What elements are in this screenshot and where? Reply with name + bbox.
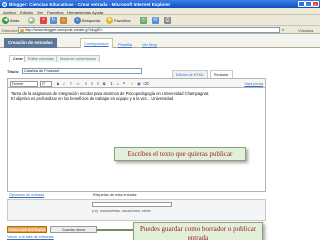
tab-creacion-entradas[interactable]: Creación de entradas <box>4 38 57 48</box>
links-button[interactable]: Vínculos <box>298 28 313 33</box>
mail-button[interactable]: ✉ <box>152 16 160 25</box>
editor-mode-tabs: Edición de HTML Redactar <box>172 70 264 78</box>
annotation-save-or-publish: Puedes guardar como borrador o publicar … <box>133 222 263 240</box>
post-body-text: Tarea de la asignatura de Integración es… <box>11 91 210 102</box>
labels-example: p.ej. motocicletas, vacaciones, otoño <box>92 209 151 213</box>
tab-configuracion[interactable]: Configuración <box>80 38 113 48</box>
subtab-editar-entradas[interactable]: Editar entradas <box>24 55 58 62</box>
mail-icon: ✉ <box>152 16 159 24</box>
home-icon: ⌂ <box>60 16 67 24</box>
menu-herramientas[interactable]: Herramientas <box>67 10 91 15</box>
favorites-label: Favoritos <box>114 17 131 23</box>
tab-compose[interactable]: Redactar <box>210 70 233 78</box>
stop-button[interactable]: × <box>40 16 48 25</box>
address-url-text: http://www.blogger.com/post-create.g?blo… <box>25 28 103 32</box>
post-options-panel: p.ej. motocicletas, vacaciones, otoño <box>7 199 266 221</box>
address-label: Dirección <box>2 27 19 33</box>
go-button[interactable]: Ir <box>282 27 284 32</box>
maximize-button[interactable]: □ <box>305 1 312 7</box>
printer-icon: ⎙ <box>164 16 171 24</box>
browser-window: Blogger: Ciencias Educativas - Crear ent… <box>0 0 320 240</box>
spellcheck-icon[interactable]: ✓ <box>129 81 135 87</box>
search-label: Búsqueda <box>82 17 101 23</box>
post-options-tabs: Opciones de entrada Etiquetas de esta en… <box>7 192 266 199</box>
blockquote-icon[interactable]: ❝ <box>121 81 127 87</box>
clear-format-icon[interactable]: ⌫ <box>143 81 149 87</box>
tab-post-options[interactable]: Opciones de entrada <box>7 192 46 199</box>
search-button[interactable]: ⌕ Búsqueda <box>74 16 101 25</box>
save-draft-button[interactable]: Guardar ahora <box>50 226 97 233</box>
menu-archivo[interactable]: Archivo <box>3 10 16 15</box>
preview-link[interactable]: Vista previa <box>244 82 263 86</box>
menu-edicion[interactable]: Edición <box>20 10 33 15</box>
menu-ver[interactable]: Ver <box>37 10 43 15</box>
stop-icon: × <box>40 16 47 24</box>
print-button[interactable]: ⎙ <box>164 16 172 25</box>
favorites-button[interactable]: ★ Favoritos <box>106 16 131 25</box>
post-title-label: Título: <box>7 69 20 74</box>
justify-icon[interactable]: ≣ <box>101 81 107 87</box>
menu-ayuda[interactable]: Ayuda <box>92 10 103 15</box>
forward-arrow-icon: ▶ <box>28 16 35 24</box>
publish-button[interactable]: PUBLICAR ENTRADA <box>7 226 47 233</box>
window-title: Blogger: Ciencias Educativas - Crear ent… <box>9 1 171 7</box>
close-button[interactable]: × <box>312 1 319 7</box>
tab-edit-html[interactable]: Edición de HTML <box>172 70 208 78</box>
editor-toolbar: Fuente tT b i T ∞ ≡ ≡ ≡ ≣ ⒈ • ❝ ✓ ▣ ⌫ Vi… <box>7 78 266 88</box>
post-sub-tabs: Crear Editar entradas Moderar comentario… <box>0 48 320 64</box>
history-button[interactable]: ◴ <box>140 16 148 25</box>
ie-logo-icon <box>2 1 7 7</box>
annotation-write-text: Escribes el texto que quieras publicar <box>114 147 246 161</box>
refresh-icon: ↻ <box>50 16 57 24</box>
menu-bar: Archivo Edición Ver Favoritos Herramient… <box>0 8 320 15</box>
back-button[interactable]: ◀ Atrás <box>2 16 20 25</box>
refresh-button[interactable]: ↻ <box>50 16 58 25</box>
back-arrow-icon: ◀ <box>2 16 9 24</box>
browser-toolbar: ◀ Atrás ▶ × ↻ ⌂ ⌕ Búsqueda ★ Favoritos ◴ ✉ … <box>0 15 320 26</box>
post-body-editor[interactable]: Tarea de la asignatura de Integración es… <box>7 88 266 192</box>
return-to-posts-link[interactable]: Volver a la lista de entradas <box>7 235 54 239</box>
font-select[interactable]: Fuente <box>10 81 38 87</box>
menu-favoritos[interactable]: Favoritos <box>47 10 63 15</box>
page-icon <box>20 28 24 32</box>
link-icon[interactable]: ∞ <box>75 81 81 87</box>
search-icon: ⌕ <box>74 16 81 24</box>
back-label: Atrás <box>10 17 20 23</box>
blogger-nav-tabs: Creación de entradas Configuración Plant… <box>0 34 320 48</box>
minimize-button[interactable]: _ <box>298 1 305 7</box>
star-icon: ★ <box>106 16 113 24</box>
italic-icon[interactable]: i <box>61 81 67 87</box>
address-bar: Dirección http://www.blogger.com/post-cr… <box>0 26 320 34</box>
forward-button[interactable]: ▶ <box>28 16 36 25</box>
window-titlebar: Blogger: Ciencias Educativas - Crear ent… <box>0 0 320 8</box>
post-title-row: Título: Catalina de Froissart <box>0 64 320 78</box>
address-input[interactable]: http://www.blogger.com/post-create.g?blo… <box>18 27 280 33</box>
history-icon: ◴ <box>140 16 147 24</box>
insert-image-icon[interactable]: ▣ <box>136 81 142 87</box>
home-button[interactable]: ⌂ <box>60 16 68 25</box>
labels-input[interactable] <box>92 202 172 207</box>
text-color-icon[interactable]: T <box>68 81 74 87</box>
labels-hint: Etiquetas de esta entrada: <box>93 193 138 197</box>
subtab-moderar-comentarios[interactable]: Moderar comentarios <box>56 55 100 62</box>
font-size-select[interactable]: tT <box>40 81 52 87</box>
post-title-input[interactable]: Catalina de Froissart <box>22 68 142 74</box>
